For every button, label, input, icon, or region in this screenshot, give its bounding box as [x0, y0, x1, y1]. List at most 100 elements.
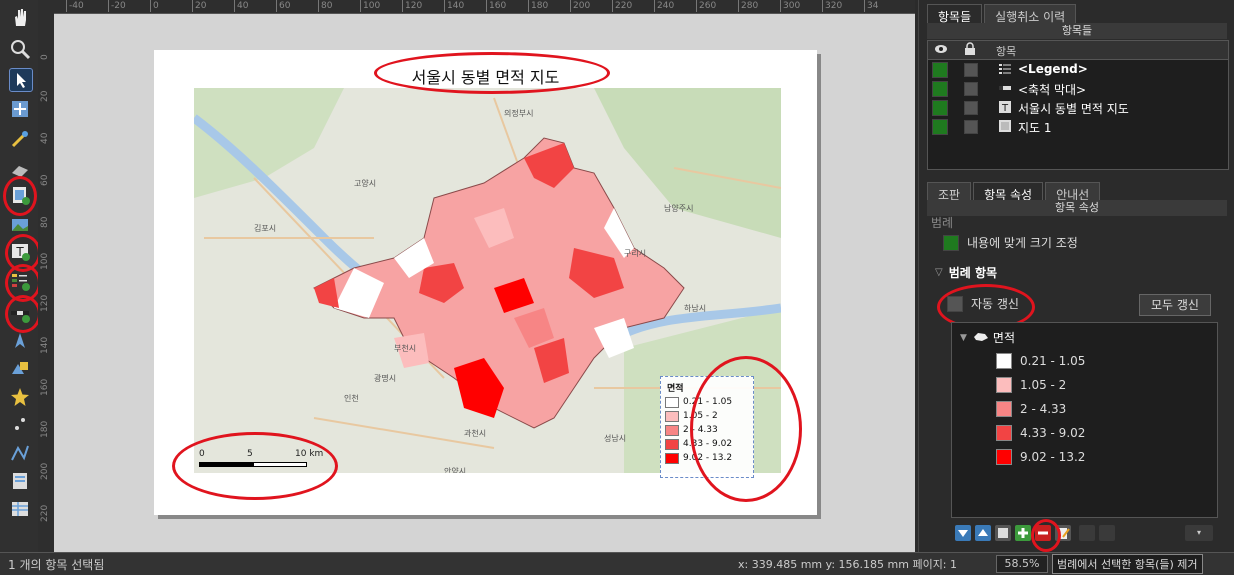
add-group-button[interactable] [995, 525, 1011, 541]
visibility-checkbox[interactable] [932, 119, 948, 135]
visibility-checkbox[interactable] [932, 100, 948, 116]
legend-tree-class-row[interactable]: 0.21 - 1.05 [996, 353, 1085, 369]
hruler-tick: 120 [402, 0, 422, 12]
legend-swatch [665, 424, 679, 436]
layout-canvas[interactable]: 서울시 동별 면적 지도 고양시 김포시 부천시 인천 광명시 과천시 안양시 … [54, 14, 915, 552]
resize-label: 내용에 맞게 크기 조정 [967, 236, 1078, 250]
add-picture-icon[interactable] [9, 214, 31, 236]
hruler-tick: 20 [192, 0, 206, 12]
add-arrow-icon[interactable] [9, 414, 31, 436]
tooltip-remove-items: 범례에서 선택한 항목(들) 제거 [1052, 554, 1203, 574]
items-list-row[interactable]: <축척 막대> [928, 79, 1228, 98]
hruler-tick: 80 [318, 0, 332, 12]
resize-to-contents-row[interactable]: 내용에 맞게 크기 조정 [943, 234, 1078, 251]
hruler-tick: 200 [570, 0, 590, 12]
hruler-tick: 0 [150, 0, 159, 12]
collapse-arrow-icon: ▽ [935, 267, 943, 278]
filter-button-disabled[interactable] [1079, 525, 1095, 541]
zoom-field[interactable]: 58.5% [996, 555, 1048, 573]
map-place-label: 하남시 [684, 304, 707, 313]
vruler-tick: 140 [40, 336, 50, 354]
lock-checkbox[interactable] [964, 63, 978, 77]
hruler-tick: 260 [696, 0, 716, 12]
map-place-label: 의정부시 [504, 109, 534, 118]
expression-button-disabled[interactable] [1099, 525, 1115, 541]
legend-tree-class-row[interactable]: 4.33 - 9.02 [996, 425, 1085, 441]
section-legend-cut: 범례 [931, 216, 954, 230]
edit-nodes-icon[interactable] [9, 128, 31, 150]
item-properties-panel: 범례 내용에 맞게 크기 조정 ▽ 범례 항목 자동 갱신 모두 갱신 ▼ 면적… [927, 214, 1227, 552]
update-all-button[interactable]: 모두 갱신 [1139, 294, 1211, 316]
legend-tree-class-row[interactable]: 1.05 - 2 [996, 377, 1066, 393]
lock-checkbox[interactable] [964, 120, 978, 134]
item-label: <축척 막대> [1018, 83, 1087, 97]
map-place-label: 안양시 [444, 467, 467, 473]
lock-checkbox[interactable] [964, 101, 978, 115]
filter-dropdown-icon[interactable]: ▾ [1185, 525, 1213, 541]
map-place-label: 성남시 [604, 434, 627, 443]
map-place-label: 과천시 [464, 429, 487, 438]
add-attribute-table-icon[interactable] [9, 498, 31, 520]
lock-icon [964, 42, 976, 59]
map-icon [998, 119, 1012, 136]
legend-tree-class-row[interactable]: 9.02 - 13.2 [996, 449, 1085, 465]
items-list-header: 항목 [928, 41, 1228, 60]
add-shape-icon[interactable] [9, 356, 31, 378]
status-bar: 1 개의 항목 선택됨 x: 339.485 mm y: 156.185 mm … [0, 552, 1234, 575]
move-content-icon[interactable] [9, 98, 31, 120]
add-north-arrow-icon[interactable] [9, 330, 31, 352]
vruler-tick: 220 [40, 504, 50, 522]
hruler-tick: -40 [66, 0, 84, 12]
legend-layer-row[interactable]: ▼ 면적 [960, 329, 1015, 346]
move-down-button[interactable] [955, 525, 971, 541]
vruler-tick: 100 [40, 252, 50, 270]
cursor-coords: x: 339.485 mm y: 156.185 mm 페이지: 1 [738, 558, 958, 571]
annotation-circle-legend [690, 356, 802, 502]
hruler-tick: 34 [864, 0, 878, 12]
lock-checkbox[interactable] [964, 82, 978, 96]
vruler-tick: 20 [40, 90, 50, 102]
add-marker-icon[interactable] [9, 386, 31, 408]
zoom-icon[interactable] [9, 38, 31, 60]
vruler-tick: 80 [40, 216, 50, 228]
items-list-row[interactable]: 지도 1 [928, 117, 1228, 136]
map-place-label: 부천시 [394, 344, 417, 353]
items-column-label: 항목 [996, 45, 1017, 58]
annotation-circle-title [374, 52, 610, 94]
hruler-tick: 140 [444, 0, 464, 12]
legend-items-tree[interactable]: ▼ 면적 0.21 - 1.05 1.05 - 2 2 - 4.33 4.33 - 9… [951, 322, 1218, 518]
legend-tree-class-row[interactable]: 2 - 4.33 [996, 401, 1066, 417]
horizontal-ruler: -40 -20 0 20 40 60 80 100 120 140 160 180 200 220 240 2… [54, 0, 915, 14]
legend-icon [998, 62, 1012, 79]
annotation-circle-add-scalebar [5, 295, 41, 333]
items-list[interactable]: 항목 <Legend> <축척 막대> T 서울시 동별 면적 지도 지도 1 [927, 40, 1229, 170]
visibility-eye-icon [934, 42, 948, 59]
move-up-button[interactable] [975, 525, 991, 541]
select-move-item-icon[interactable] [9, 68, 33, 92]
items-list-row[interactable]: T 서울시 동별 면적 지도 [928, 98, 1228, 117]
legend-items-section[interactable]: ▽ 범례 항목 [935, 264, 997, 281]
map-place-label: 남양주시 [664, 204, 694, 213]
map-place-label: 인천 [344, 394, 359, 403]
selection-status: 1 개의 항목 선택됨 [8, 558, 105, 572]
add-html-icon[interactable] [9, 470, 31, 492]
legend-tree-class-label: 0.21 - 1.05 [1020, 354, 1086, 368]
pan-hand-icon[interactable] [9, 6, 31, 28]
visibility-checkbox[interactable] [932, 81, 948, 97]
legend-tree-swatch [996, 425, 1012, 441]
legend-tree-swatch [996, 401, 1012, 417]
resize-checkbox[interactable] [943, 234, 959, 251]
layout-page[interactable]: 서울시 동별 면적 지도 고양시 김포시 부천시 인천 광명시 과천시 안양시 … [154, 50, 817, 515]
legend-tree-class-label: 4.33 - 9.02 [1020, 426, 1086, 440]
add-node-item-icon[interactable] [9, 442, 31, 464]
right-dock: 항목들 실행취소 이력 항목들 항목 <Legend> <축척 막대> T 서울시 동… [918, 0, 1234, 552]
add-legend-item-button[interactable] [1015, 525, 1031, 541]
visibility-checkbox[interactable] [932, 62, 948, 78]
layer-polygon-icon [973, 331, 989, 345]
hruler-tick: 60 [276, 0, 290, 12]
item-label: 서울시 동별 면적 지도 [1018, 102, 1129, 116]
svg-text:T: T [1001, 103, 1009, 114]
legend-tree-class-label: 1.05 - 2 [1020, 378, 1067, 392]
item-label: <Legend> [1018, 62, 1088, 76]
items-list-row[interactable]: <Legend> [928, 60, 1228, 79]
